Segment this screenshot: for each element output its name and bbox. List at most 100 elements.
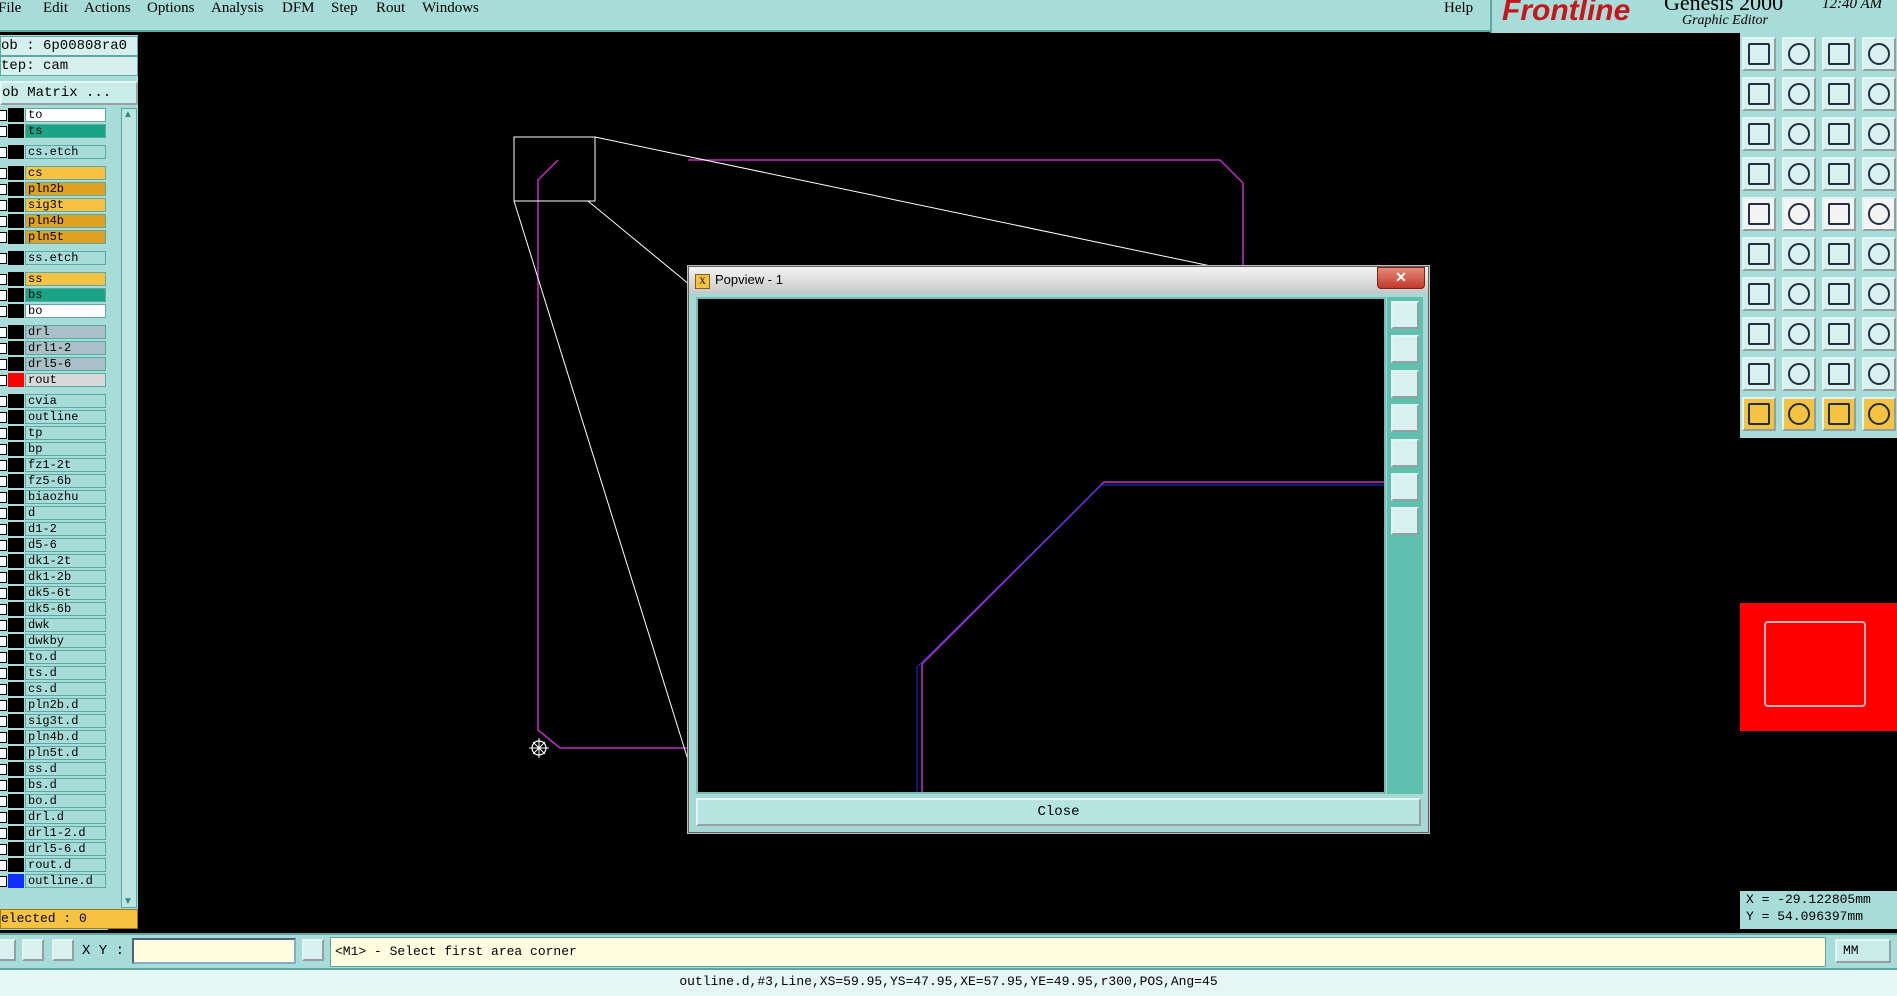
layer-checkbox[interactable] <box>0 668 7 679</box>
scroll-down-arrow-icon[interactable]: ▼ <box>123 896 133 907</box>
layer-color-swatch[interactable] <box>8 570 24 584</box>
layer-row-ss.d[interactable]: ss.d <box>0 762 108 776</box>
layer-color-swatch[interactable] <box>8 826 24 840</box>
ratio-icon[interactable] <box>1822 117 1856 151</box>
layer-name[interactable]: dk1-2b <box>25 570 106 584</box>
layer-checkbox[interactable] <box>0 306 7 317</box>
layer-checkbox[interactable] <box>0 860 7 871</box>
layer-color-swatch[interactable] <box>8 272 24 286</box>
layer-row-pln5t.d[interactable]: pln5t.d <box>0 746 108 760</box>
layer-checkbox[interactable] <box>0 253 7 264</box>
layer-color-swatch[interactable] <box>8 182 24 196</box>
layer-row-drl.d[interactable]: drl.d <box>0 810 108 824</box>
layer-color-swatch[interactable] <box>8 145 24 159</box>
dot-icon[interactable] <box>1862 197 1896 231</box>
layer-row-dk1-2b[interactable]: dk1-2b <box>0 570 108 584</box>
layer-name[interactable]: d <box>25 506 106 520</box>
swap-icon[interactable] <box>1822 77 1856 111</box>
layer-color-swatch[interactable] <box>8 251 24 265</box>
layer-color-swatch[interactable] <box>8 230 24 244</box>
net-check-icon[interactable] <box>1862 157 1896 191</box>
layer-color-swatch[interactable] <box>8 442 24 456</box>
step-icon[interactable] <box>1862 77 1896 111</box>
layer-checkbox[interactable] <box>0 556 7 567</box>
layer-name[interactable]: bs.d <box>25 778 106 792</box>
popview-zoom-in-icon[interactable] <box>1391 335 1419 363</box>
layer-color-swatch[interactable] <box>8 214 24 228</box>
layer-color-swatch[interactable] <box>8 506 24 520</box>
layer-name[interactable]: ts.d <box>25 666 106 680</box>
layer-checkbox[interactable] <box>0 327 7 338</box>
layer-row-cs.d[interactable]: cs.d <box>0 682 108 696</box>
popview-zoom-out-icon[interactable] <box>1391 370 1419 398</box>
layer-name[interactable]: pln2b.d <box>25 698 106 712</box>
scroll-up-arrow-icon[interactable]: ▲ <box>123 109 133 120</box>
layer-row-pln2b[interactable]: pln2b <box>0 182 108 196</box>
layer-checkbox[interactable] <box>0 184 7 195</box>
layer-name[interactable]: ss.d <box>25 762 106 776</box>
layer-row-bs.d[interactable]: bs.d <box>0 778 108 792</box>
layer-checkbox[interactable] <box>0 844 7 855</box>
delete-icon[interactable] <box>1782 237 1816 271</box>
arch-icon[interactable] <box>1822 357 1856 391</box>
popview-fit-icon[interactable] <box>1391 473 1419 501</box>
layer-list-scrollbar[interactable]: ▲ ▼ <box>121 108 137 908</box>
layer-row-bo[interactable]: bo <box>0 304 108 318</box>
snap-mode-icon[interactable] <box>0 939 16 961</box>
layer-name[interactable]: pln4b <box>25 214 106 228</box>
layer-color-swatch[interactable] <box>8 394 24 408</box>
point-icon[interactable] <box>1822 237 1856 271</box>
layer-row-pln4b.d[interactable]: pln4b.d <box>0 730 108 744</box>
layer-row-dk5-6b[interactable]: dk5-6b <box>0 602 108 616</box>
pointer-icon[interactable] <box>1742 397 1776 431</box>
layer-color-swatch[interactable] <box>8 124 24 138</box>
layer-row-tp[interactable]: tp <box>0 426 108 440</box>
layer-checkbox[interactable] <box>0 126 7 137</box>
layer-name[interactable]: dk1-2t <box>25 554 106 568</box>
layer-checkbox[interactable] <box>0 652 7 663</box>
layer-color-swatch[interactable] <box>8 698 24 712</box>
popview-zoom-home-icon[interactable] <box>1391 301 1419 329</box>
layer-row-sig3t[interactable]: sig3t <box>0 198 108 212</box>
layer-row-drl1-2[interactable]: drl1-2 <box>0 341 108 355</box>
layer-checkbox[interactable] <box>0 460 7 471</box>
layer-color-swatch[interactable] <box>8 357 24 371</box>
move-icon[interactable] <box>1742 237 1776 271</box>
layer-row-sig3t.d[interactable]: sig3t.d <box>0 714 108 728</box>
unit-selector[interactable]: MM <box>1835 939 1891 963</box>
line-icon[interactable] <box>1782 277 1816 311</box>
select-alt-icon[interactable] <box>1822 397 1856 431</box>
probe-icon[interactable] <box>1782 157 1816 191</box>
layer-name[interactable]: fz5-6b <box>25 474 106 488</box>
exclamation-icon[interactable] <box>302 939 324 961</box>
layer-row-bo.d[interactable]: bo.d <box>0 794 108 808</box>
popview-canvas[interactable] <box>696 297 1386 794</box>
save-icon[interactable] <box>1782 37 1816 71</box>
layer-checkbox[interactable] <box>0 540 7 551</box>
layer-name[interactable]: pln5t <box>25 230 106 244</box>
layer-color-swatch[interactable] <box>8 730 24 744</box>
layer-name[interactable]: cvia <box>25 394 106 408</box>
measure-icon[interactable] <box>22 939 44 961</box>
layer-color-swatch[interactable] <box>8 762 24 776</box>
layer-color-swatch[interactable] <box>8 778 24 792</box>
copy-left-icon[interactable] <box>1742 77 1776 111</box>
layer-color-swatch[interactable] <box>8 634 24 648</box>
layer-name[interactable]: drl5-6 <box>25 357 106 371</box>
triangle-alt-icon[interactable] <box>1782 357 1816 391</box>
layer-row-rout[interactable]: rout <box>0 373 108 387</box>
layer-name[interactable]: outline.d <box>25 874 106 888</box>
layer-row-dwkby[interactable]: dwkby <box>0 634 108 648</box>
arch-alt-icon[interactable] <box>1862 357 1896 391</box>
pad-add-icon[interactable] <box>1742 317 1776 351</box>
layer-name[interactable]: tp <box>25 426 106 440</box>
layer-checkbox[interactable] <box>0 200 7 211</box>
layer-row-cs.etch[interactable]: cs.etch <box>0 145 108 159</box>
layer-name[interactable]: drl5-6.d <box>25 842 106 856</box>
layer-name[interactable]: ts <box>25 124 106 138</box>
layer-name[interactable]: sig3t <box>25 198 106 212</box>
layer-row-to.d[interactable]: to.d <box>0 650 108 664</box>
layer-row-ss[interactable]: ss <box>0 272 108 286</box>
layer-row-ss.etch[interactable]: ss.etch <box>0 251 108 265</box>
layer-color-swatch[interactable] <box>8 842 24 856</box>
